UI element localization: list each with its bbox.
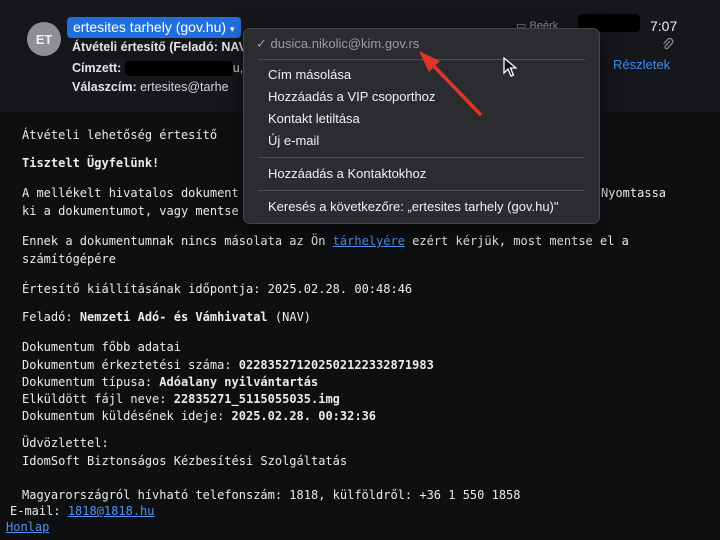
redacted-block xyxy=(124,61,233,77)
subject-line: Átvételi értesítő (Feladó: NAV xyxy=(72,40,247,54)
chevron-down-icon: ▾ xyxy=(230,24,235,34)
storage-link[interactable]: tárhelyére xyxy=(333,234,405,248)
menu-item-search[interactable]: Keresés a következőre: „ertesites tarhel… xyxy=(268,199,559,214)
reg-number-line: Dokumentum érkeztetési száma: 0228352712… xyxy=(22,358,434,372)
menu-item-copy-address[interactable]: Cím másolása xyxy=(268,67,351,82)
check-icon: ✓ xyxy=(256,36,267,51)
reg-label: Dokumentum érkeztetési száma: xyxy=(22,358,232,372)
selected-email-item[interactable]: ✓ dusica.nikolic@kim.gov.rs xyxy=(256,36,419,52)
notice-time-line: Értesítő kiállításának időpontja: 2025.0… xyxy=(22,282,412,296)
type-value: Adóalany nyilvántartás xyxy=(159,375,319,389)
menu-item-new-email[interactable]: Új e-mail xyxy=(268,133,319,148)
reg-last-digit: 3 xyxy=(426,358,434,372)
paperclip-icon[interactable] xyxy=(662,37,674,55)
type-label: Dokumentum típusa: xyxy=(22,375,153,389)
doc-type-line: Dokumentum típusa: Adóalany nyilvántartá… xyxy=(22,375,318,389)
email-line: E-mail: 1818@1818.hu xyxy=(10,504,155,518)
sender-name: ertesites tarhely (gov.hu) xyxy=(73,19,227,35)
paragraph-1-line-2: ki a dokumentumot, vagy mentse xyxy=(22,204,239,218)
received-time: 7:07 xyxy=(650,18,678,34)
homepage-link[interactable]: Honlap xyxy=(6,520,49,534)
menu-divider xyxy=(258,190,585,191)
sender-abbr: (NAV) xyxy=(274,310,312,324)
subject-text: Átvételi értesítő (Feladó: NAV xyxy=(72,40,247,54)
phone-line: Magyarországról hívható telefonszám: 181… xyxy=(22,488,521,502)
notice-time-value: 2025.02.28. 00:48:46 xyxy=(267,282,413,296)
to-label: Címzett: xyxy=(72,61,122,75)
file-value: 22835271_5115055035.img xyxy=(173,392,340,406)
paragraph-2-pre: Ennek a dokumentumnak nincs másolata az … xyxy=(22,234,333,248)
to-suffix: u, xyxy=(232,61,244,75)
sent-value: 2025.02.28. 00:32:36 xyxy=(231,409,377,423)
sender-avatar[interactable]: ET xyxy=(27,22,61,56)
sent-time-line: Dokumentum küldésének ideje: 2025.02.28.… xyxy=(22,409,376,423)
reply-label: Válaszcím: xyxy=(72,80,137,94)
details-link[interactable]: Részletek xyxy=(613,57,670,72)
sender-label: Feladó: xyxy=(22,310,73,324)
sender-line: Feladó: Nemzeti Adó- és Vámhivatal (NAV) xyxy=(22,310,311,324)
notice-time-label: Értesítő kiállításának időpontja: xyxy=(22,282,261,296)
reply-to-line: Válaszcím: ertesites@tarhe xyxy=(72,80,229,94)
sender-name-chip[interactable]: ertesites tarhely (gov.hu) ▾ xyxy=(67,17,241,38)
menu-divider xyxy=(258,59,585,60)
email-link[interactable]: 1818@1818.hu xyxy=(68,504,155,518)
doc-section-title: Dokumentum főbb adatai xyxy=(22,340,181,354)
menu-item-add-contacts[interactable]: Hozzáadás a Kontaktokhoz xyxy=(268,166,426,181)
menu-item-block-contact[interactable]: Kontakt letiltása xyxy=(268,111,360,126)
notice-heading: Átvételi lehetőség értesítő xyxy=(22,128,218,142)
sent-label: Dokumentum küldésének ideje: xyxy=(22,409,225,423)
menu-item-add-vip[interactable]: Hozzáadás a VIP csoporthoz xyxy=(268,89,435,104)
reply-value[interactable]: ertesites@tarhe xyxy=(140,80,228,94)
email-label: E-mail: xyxy=(10,504,61,518)
regards: Üdvözlettel: xyxy=(22,436,109,450)
paragraph-2-line-1: Ennek a dokumentumnak nincs másolata az … xyxy=(22,234,629,248)
file-label: Elküldött fájl neve: xyxy=(22,392,167,406)
selected-email: dusica.nikolic@kim.gov.rs xyxy=(270,36,420,51)
paragraph-1-start: A mellékelt hivatalos dokument xyxy=(22,186,239,200)
greeting: Tisztelt Ügyfelünk! xyxy=(22,156,160,170)
paragraph-2-post: ezért kérjük, most mentse el a xyxy=(404,234,629,248)
sender-context-menu: ✓ dusica.nikolic@kim.gov.rs Cím másolása… xyxy=(243,28,600,224)
sender-value: Nemzeti Adó- és Vámhivatal xyxy=(79,310,268,324)
menu-divider xyxy=(258,157,585,158)
paragraph-1-end: Nyomtassa xyxy=(601,186,667,200)
mouse-cursor-icon xyxy=(503,57,517,77)
paragraph-1-line-1: A mellékelt hivatalos dokument xyxy=(22,186,239,200)
paragraph-2-line-2: számítógépére xyxy=(22,252,116,266)
reg-value: 02283527120250212233287198 xyxy=(238,358,427,372)
recipient-line: Címzett: u, xyxy=(72,61,244,77)
file-name-line: Elküldött fájl neve: 22835271_5115055035… xyxy=(22,392,340,406)
signature: IdomSoft Biztonságos Kézbesítési Szolgál… xyxy=(22,454,348,468)
